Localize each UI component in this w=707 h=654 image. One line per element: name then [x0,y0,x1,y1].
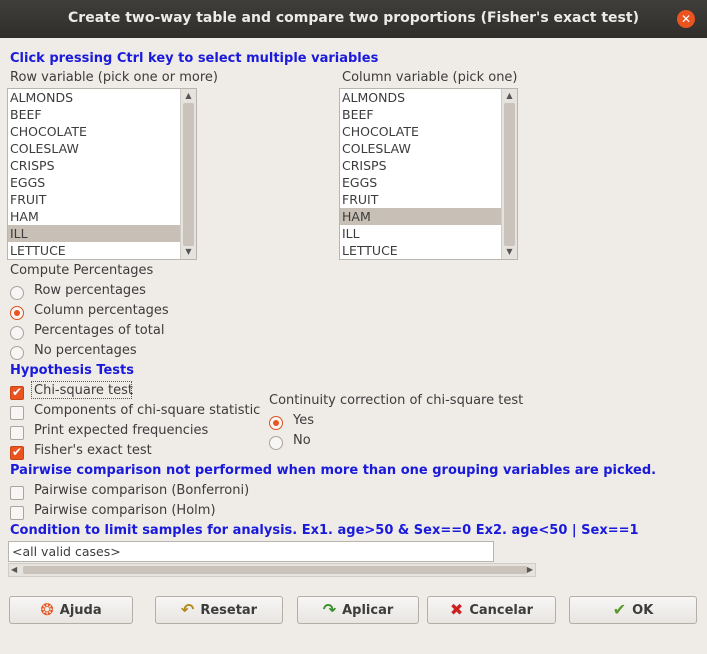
instructions-label: Click pressing Ctrl key to select multip… [10,51,379,66]
continuity-option-label[interactable]: No [293,433,311,448]
column-variable-option[interactable]: CHOCOLATE [340,123,501,140]
column-variable-option[interactable]: HAM [340,208,501,225]
scroll-down-icon[interactable]: ▼ [502,245,517,259]
redo-arrow-icon: ↷ [322,600,337,619]
close-icon[interactable]: ✕ [677,10,695,28]
row-variable-option[interactable]: COLESLAW [8,140,180,157]
percentages-option-label[interactable]: Percentages of total [34,323,164,338]
scroll-down-icon[interactable]: ▼ [181,245,196,259]
column-variable-items: ALMONDS BEEF CHOCOLATE COLESLAW CRISPS EGGS FR… [340,89,501,259]
scroll-left-icon[interactable]: ◀ [11,564,17,576]
percentages-radio[interactable] [10,306,24,320]
column-variable-option[interactable]: CRISPS [340,157,501,174]
row-variable-option[interactable]: CHOCOLATE [8,123,180,140]
continuity-label: Continuity correction of chi-square test [269,393,524,408]
column-variable-option[interactable]: FRUIT [340,191,501,208]
scroll-up-icon[interactable]: ▲ [181,89,196,103]
hypothesis-checkbox[interactable] [10,406,24,420]
condition-input[interactable]: <all valid cases> [8,541,494,562]
hypothesis-option-label[interactable]: Components of chi-square statistic [34,403,260,418]
cancel-button-label: Cancelar [469,602,534,618]
pairwise-label: Pairwise comparison not performed when m… [10,463,657,478]
row-variable-option[interactable]: BEEF [8,106,180,123]
pairwise-checkbox[interactable] [10,506,24,520]
column-variable-option[interactable]: EGGS [340,174,501,191]
hypothesis-label: Hypothesis Tests [10,363,134,378]
hypothesis-checkbox[interactable] [10,426,24,440]
checkmark-icon: ✔ [612,600,627,619]
pairwise-option-label[interactable]: Pairwise comparison (Bonferroni) [34,483,249,498]
scroll-thumb[interactable] [504,103,515,246]
column-variable-option[interactable]: COLESLAW [340,140,501,157]
continuity-option-label[interactable]: Yes [293,413,314,428]
percentages-option-label[interactable]: No percentages [34,343,137,358]
help-button[interactable]: ❂ Ajuda [9,596,133,624]
column-variable-option[interactable]: LETTUCE [340,242,501,259]
column-variable-listbox[interactable]: ALMONDS BEEF CHOCOLATE COLESLAW CRISPS EGGS FR… [339,88,518,260]
apply-button[interactable]: ↷ Aplicar [297,596,419,624]
reset-button[interactable]: ↶ Resetar [155,596,283,624]
hypothesis-checkbox[interactable] [10,445,24,460]
focus-indicator [31,381,132,399]
row-variable-option[interactable]: CRISPS [8,157,180,174]
undo-icon: ↶ [180,600,195,619]
percentages-radio[interactable] [10,286,24,300]
row-variable-option[interactable]: ILL [8,225,180,242]
ok-button-label: OK [632,602,654,618]
hscroll-thumb[interactable] [23,566,527,574]
row-variable-option[interactable]: HAM [8,208,180,225]
hypothesis-option-label[interactable]: Fisher's exact test [34,443,152,458]
continuity-radio[interactable] [269,436,283,450]
percentages-option-label[interactable]: Column percentages [34,303,169,318]
row-variable-option[interactable]: EGGS [8,174,180,191]
column-variable-option[interactable]: BEEF [340,106,501,123]
row-variable-label: Row variable (pick one or more) [10,70,218,85]
ok-button[interactable]: ✔ OK [569,596,697,624]
percentages-radio[interactable] [10,326,24,340]
window-title: Create two-way table and compare two pro… [68,10,639,26]
column-variable-option[interactable]: ALMONDS [340,89,501,106]
scroll-up-icon[interactable]: ▲ [502,89,517,103]
percentages-label: Compute Percentages [10,263,154,278]
column-variable-label: Column variable (pick one) [342,70,518,85]
help-button-label: Ajuda [59,602,102,618]
window-titlebar: Create two-way table and compare two pro… [0,0,707,38]
pairwise-option-label[interactable]: Pairwise comparison (Holm) [34,503,216,518]
condition-hscrollbar[interactable]: ◀ ▶ [8,563,536,577]
continuity-radio[interactable] [269,416,283,430]
scroll-thumb[interactable] [183,103,194,246]
row-variable-items: ALMONDS BEEF CHOCOLATE COLESLAW CRISPS EGGS FR… [8,89,180,259]
percentages-radio[interactable] [10,346,24,360]
lifebuoy-icon: ❂ [40,600,54,619]
condition-label: Condition to limit samples for analysis.… [10,523,639,538]
row-variable-scrollbar[interactable]: ▲ ▼ [180,89,196,259]
cancel-x-icon: ✖ [449,600,464,619]
row-variable-listbox[interactable]: ALMONDS BEEF CHOCOLATE COLESLAW CRISPS EGGS FR… [7,88,197,260]
column-variable-scrollbar[interactable]: ▲ ▼ [501,89,517,259]
cancel-button[interactable]: ✖ Cancelar [427,596,556,624]
apply-button-label: Aplicar [342,602,394,618]
reset-button-label: Resetar [200,602,258,618]
pairwise-checkbox[interactable] [10,486,24,500]
row-variable-option[interactable]: LETTUCE [8,242,180,259]
hypothesis-checkbox[interactable] [10,385,24,400]
column-variable-option[interactable]: ILL [340,225,501,242]
row-variable-option[interactable]: ALMONDS [8,89,180,106]
percentages-option-label[interactable]: Row percentages [34,283,146,298]
row-variable-option[interactable]: FRUIT [8,191,180,208]
hypothesis-option-label[interactable]: Print expected frequencies [34,423,208,438]
scroll-right-icon[interactable]: ▶ [527,564,533,576]
